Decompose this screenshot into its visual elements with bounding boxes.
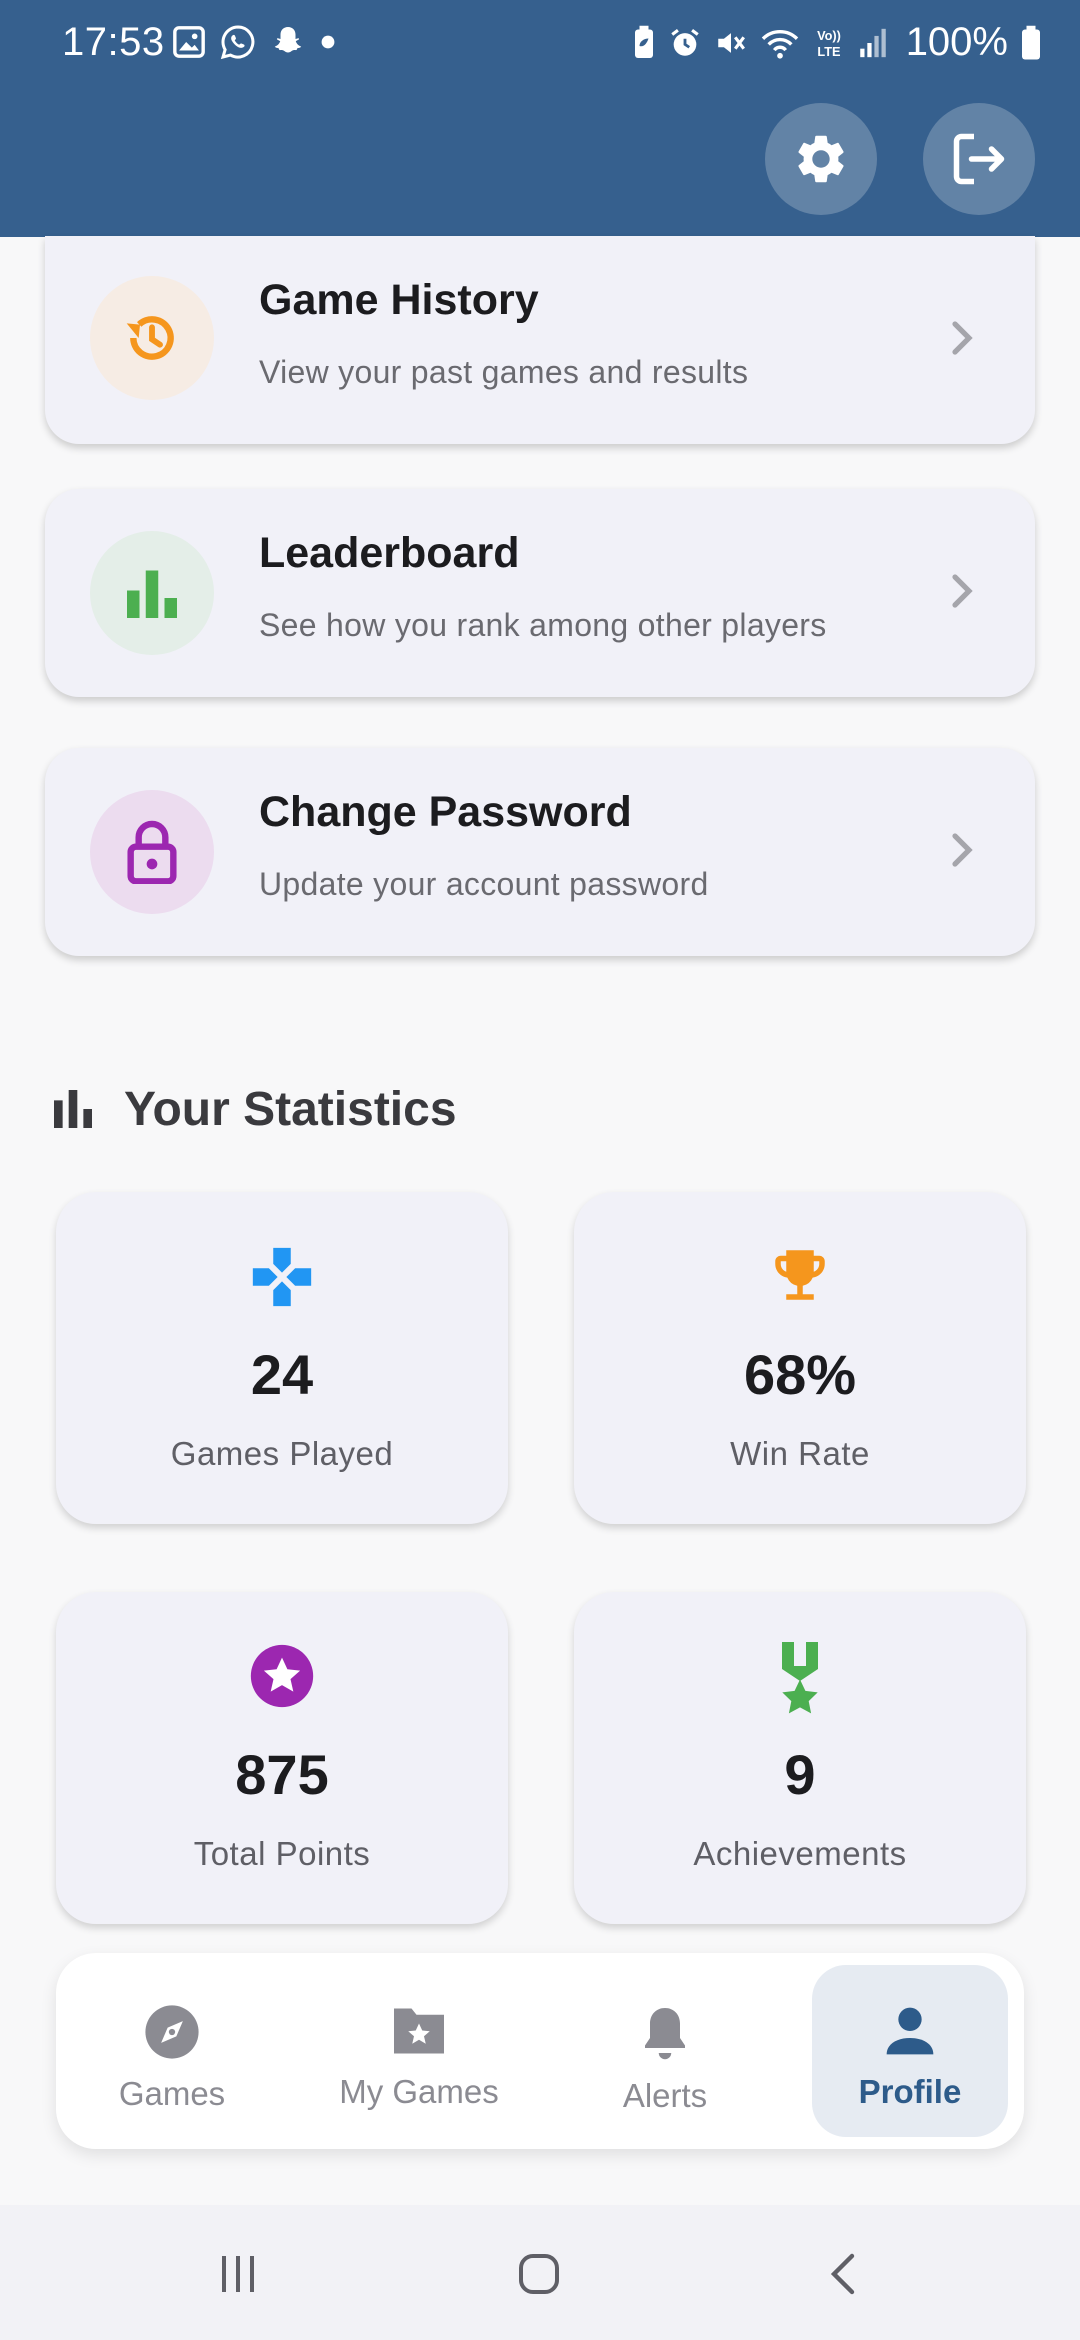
games-played-label: Games Played [170, 1435, 394, 1472]
menu-item-leaderboard[interactable]: Leaderboard See how you rank among other… [45, 489, 1035, 697]
whatsapp-icon [220, 25, 255, 60]
battery-saver-icon [634, 25, 653, 58]
svg-text:Vo)): Vo)) [817, 28, 841, 43]
bell-icon [645, 2008, 685, 2060]
nav-label-alerts: Alerts [622, 2077, 708, 2114]
win-rate-label: Win Rate [730, 1435, 870, 1472]
battery-icon [1022, 25, 1040, 59]
achievements-label: Achievements [693, 1835, 907, 1872]
stat-card-win-rate: 68% Win Rate [574, 1192, 1026, 1524]
nav-item-alerts[interactable]: Alerts [550, 1965, 780, 2137]
gamepad-icon [252, 1247, 312, 1307]
person-icon [886, 2007, 934, 2055]
chevron-right-icon [952, 833, 973, 867]
logout-icon [953, 133, 1005, 185]
folder-star-icon [394, 2008, 444, 2054]
stat-card-games-played: 24 Games Played [56, 1192, 508, 1524]
gallery-icon [173, 26, 205, 58]
star-badge-icon [250, 1644, 314, 1708]
win-rate-value: 68% [743, 1343, 857, 1406]
chevron-right-icon [952, 574, 973, 608]
change-password-icon-circle [90, 790, 214, 914]
game-history-title: Game History [259, 276, 539, 324]
status-right: Vo)) LTE 100% [632, 20, 1042, 65]
chevron-right-icon [952, 321, 973, 355]
nav-item-my-games[interactable]: My Games [288, 1965, 550, 2137]
dot-icon [321, 35, 335, 49]
bottom-navigation: Games My Games Alerts Profile [56, 1953, 1024, 2149]
mute-icon [717, 32, 745, 53]
app-header: 17:53 Vo)) LTE 100% [0, 0, 1080, 237]
nav-label-profile: Profile [858, 2073, 962, 2110]
bar-chart-icon [54, 1090, 92, 1128]
total-points-label: Total Points [193, 1835, 371, 1872]
back-icon[interactable] [820, 2250, 868, 2298]
game-history-icon-circle [90, 276, 214, 400]
leaderboard-title: Leaderboard [259, 529, 520, 577]
trophy-icon [775, 1250, 825, 1300]
game-history-subtitle: View your past games and results [259, 354, 749, 390]
status-left-icons [172, 24, 336, 60]
signal-icon [859, 28, 886, 57]
games-played-value: 24 [250, 1343, 314, 1406]
menu-item-game-history[interactable]: Game History View your past games and re… [45, 236, 1035, 444]
logout-button[interactable] [923, 103, 1035, 215]
home-icon[interactable] [515, 2250, 563, 2298]
statistics-heading: Your Statistics [124, 1083, 457, 1136]
nav-item-games[interactable]: Games [56, 1965, 288, 2137]
total-points-value: 875 [235, 1743, 329, 1806]
menu-item-change-password[interactable]: Change Password Update your account pass… [45, 748, 1035, 956]
achievements-value: 9 [784, 1743, 816, 1806]
stat-card-total-points: 875 Total Points [56, 1592, 508, 1924]
svg-text:LTE: LTE [817, 43, 840, 58]
volte-icon: Vo))LTE [817, 28, 841, 59]
wifi-icon [761, 29, 798, 59]
compass-icon [145, 2005, 199, 2059]
alarm-icon [671, 28, 699, 56]
gear-icon [798, 135, 844, 183]
stat-card-achievements: 9 Achievements [574, 1592, 1026, 1924]
recents-icon[interactable] [214, 2250, 262, 2298]
change-password-subtitle: Update your account password [259, 866, 709, 902]
leaderboard-subtitle: See how you rank among other players [259, 607, 827, 643]
system-navigation-bar [0, 2205, 1080, 2340]
battery-percentage: 100% [905, 20, 1008, 64]
nav-label-games: Games [118, 2075, 226, 2112]
lock-icon [127, 820, 177, 884]
nav-label-my-games: My Games [339, 2073, 499, 2110]
history-icon [126, 316, 174, 360]
bar-chart-icon [127, 570, 177, 618]
status-time: 17:53 [62, 20, 165, 64]
leaderboard-icon-circle [90, 531, 214, 655]
snapchat-icon [274, 27, 302, 53]
settings-button[interactable] [765, 103, 877, 215]
status-bar: 17:53 Vo)) LTE 100% [0, 0, 1080, 86]
change-password-title: Change Password [259, 788, 632, 836]
medal-icon [782, 1642, 818, 1714]
nav-item-profile[interactable]: Profile [812, 1965, 1008, 2137]
